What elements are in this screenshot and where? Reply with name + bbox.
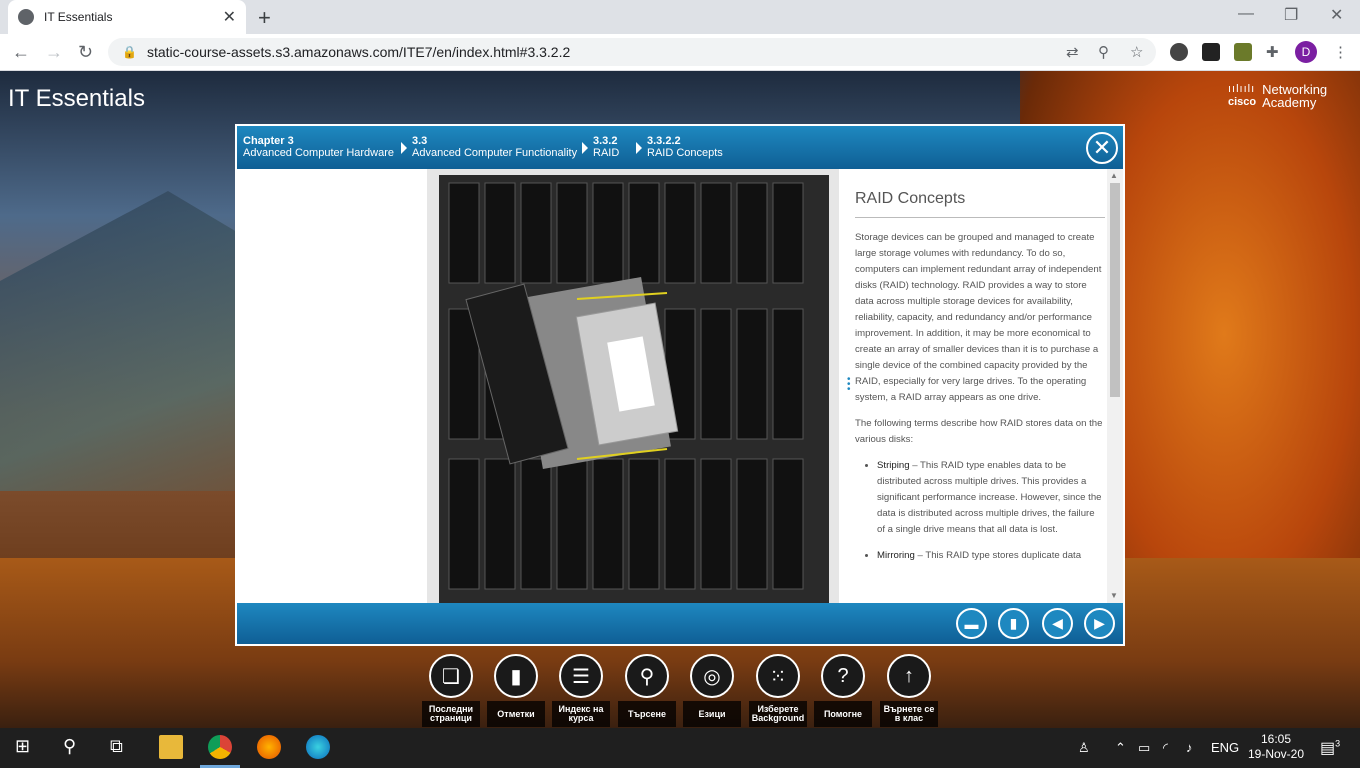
help-icon: ? xyxy=(821,654,865,698)
browser-tab-bar: IT Essentials ✕ + — ❐ ✕ xyxy=(0,0,1360,34)
modal-content: • • • RAID Concepts Storage devices can be… xyxy=(237,169,1123,603)
breadcrumb-separator-icon xyxy=(636,142,642,154)
language-indicator[interactable]: ENG xyxy=(1211,740,1239,755)
breadcrumb-topic[interactable]: 3.3.2 RAID xyxy=(593,135,619,159)
breadcrumb: Chapter 3 Advanced Computer Hardware 3.3 A… xyxy=(237,126,1123,169)
course-title: IT Essentials xyxy=(8,85,145,112)
bookmark-button[interactable]: ▮ xyxy=(998,608,1029,639)
dock-bookmarks[interactable]: ▮ Отметки xyxy=(486,648,546,728)
index-icon: ☰ xyxy=(559,654,603,698)
breadcrumb-chapter[interactable]: Chapter 3 Advanced Computer Hardware xyxy=(243,135,394,159)
battery-icon[interactable]: ▭ xyxy=(1138,740,1150,756)
scroll-up-icon[interactable]: ▲ xyxy=(1110,171,1118,180)
globe-favicon-icon xyxy=(18,9,34,25)
dock-help[interactable]: ? Помогне xyxy=(813,648,873,728)
people-icon[interactable]: ♙ xyxy=(1078,740,1090,756)
menu-kebab-icon[interactable]: ⋮ xyxy=(1333,43,1348,61)
article-panel: RAID Concepts Storage devices can be gro… xyxy=(855,169,1105,603)
firefox-icon[interactable] xyxy=(257,735,281,759)
bookmark-icon: ▮ xyxy=(1009,615,1018,631)
edge-icon[interactable] xyxy=(306,735,330,759)
chrome-icon[interactable] xyxy=(208,735,232,759)
course-dock: ❏ Последни страници ▮ Отметки ☰ Индекс н… xyxy=(422,648,941,728)
dock-course-index[interactable]: ☰ Индекс на курса xyxy=(551,648,611,728)
browser-tab[interactable]: IT Essentials ✕ xyxy=(8,0,246,34)
comment-icon: ▬ xyxy=(964,615,979,632)
chevron-right-icon: ▶ xyxy=(1094,615,1105,631)
url-field[interactable]: 🔒 static-course-assets.s3.amazonaws.com/… xyxy=(108,38,1156,66)
next-page-button[interactable]: ▶ xyxy=(1084,608,1115,639)
modal-footer: ▬ ▮ ◀ ▶ xyxy=(237,603,1123,644)
comment-button[interactable]: ▬ xyxy=(956,608,987,639)
wifi-icon[interactable]: ◜ xyxy=(1163,740,1168,756)
raid-terms-list: Striping – This RAID type enables data t… xyxy=(855,458,1105,564)
extension-green-icon[interactable] xyxy=(1234,43,1252,61)
lock-icon: 🔒 xyxy=(122,45,137,59)
close-icon: ✕ xyxy=(1092,135,1112,160)
star-icon[interactable]: ☆ xyxy=(1130,43,1143,61)
cisco-bars-icon: ıılıılı xyxy=(1228,83,1256,95)
course-page: IT Essentials ıılıılı cisco Networking A… xyxy=(0,71,1360,728)
restore-icon[interactable]: ❐ xyxy=(1284,5,1298,25)
breadcrumb-page[interactable]: 3.3.2.2 RAID Concepts xyxy=(647,135,723,159)
window-close-icon[interactable]: ✕ xyxy=(1330,5,1343,25)
splitter-handle-icon[interactable]: • • • xyxy=(847,375,851,395)
article-paragraph: Storage devices can be grouped and manag… xyxy=(855,232,1102,403)
windows-start-icon[interactable]: ⊞ xyxy=(15,736,30,757)
file-explorer-icon[interactable] xyxy=(159,735,183,759)
minimize-icon[interactable]: — xyxy=(1238,5,1254,23)
chevron-left-icon: ◀ xyxy=(1052,615,1063,631)
dock-languages[interactable]: ◎ Езици xyxy=(682,648,742,728)
close-tab-icon[interactable]: ✕ xyxy=(223,7,236,27)
dock-recent-pages[interactable]: ❏ Последни страници xyxy=(421,648,481,728)
list-item: Striping – This RAID type enables data t… xyxy=(877,458,1105,538)
translate-icon[interactable]: ⇄ xyxy=(1066,43,1079,61)
content-modal: Chapter 3 Advanced Computer Hardware 3.3 A… xyxy=(235,124,1125,646)
profile-avatar[interactable]: D xyxy=(1295,41,1317,63)
dock-back-to-class[interactable]: ↑ Върнете се в клас xyxy=(879,648,939,728)
task-view-icon[interactable]: ⧉ xyxy=(110,736,123,757)
notifications-icon[interactable]: ▤3 xyxy=(1320,738,1340,758)
close-modal-button[interactable]: ✕ xyxy=(1086,132,1118,164)
zoom-icon[interactable]: ⚲ xyxy=(1098,43,1109,61)
search-icon: ⚲ xyxy=(625,654,669,698)
cisco-word: cisco xyxy=(1228,96,1257,108)
globe-icon: ◎ xyxy=(690,654,734,698)
previous-page-button[interactable]: ◀ xyxy=(1042,608,1073,639)
cisco-line2: Academy xyxy=(1262,95,1317,110)
chevron-up-icon[interactable]: ⌃ xyxy=(1115,740,1126,756)
article-scrollbar[interactable]: ▲ ▼ xyxy=(1107,169,1123,603)
back-icon[interactable]: ← xyxy=(12,42,30,63)
address-bar-row: ← → ↻ 🔒 static-course-assets.s3.amazonaw… xyxy=(0,34,1360,71)
new-tab-icon[interactable]: + xyxy=(258,5,271,31)
server-rack-illustration xyxy=(427,169,839,603)
breadcrumb-section[interactable]: 3.3 Advanced Computer Functionality xyxy=(412,135,577,159)
breadcrumb-separator-icon xyxy=(582,142,588,154)
up-arrow-icon: ↑ xyxy=(887,654,931,698)
search-icon[interactable]: ⚲ xyxy=(63,736,76,757)
volume-icon[interactable]: ♪ xyxy=(1186,740,1193,755)
raid-array-image xyxy=(427,169,839,603)
bookmark-icon: ▮ xyxy=(494,654,538,698)
extension-qr-icon[interactable] xyxy=(1202,43,1220,61)
grid-icon: ⁙ xyxy=(756,654,800,698)
list-item: Mirroring – This RAID type stores duplic… xyxy=(877,548,1105,564)
extensions-puzzle-icon[interactable]: ✚ xyxy=(1266,43,1279,61)
tab-title: IT Essentials xyxy=(44,10,113,24)
dock-search[interactable]: ⚲ Търсене xyxy=(617,648,677,728)
url-text: static-course-assets.s3.amazonaws.com/IT… xyxy=(146,44,571,60)
windows-taskbar: ⊞ ⚲ ⧉ ♙ ⌃ ▭ ◜ ♪ ENG 16:05 19-Nov-20 ▤3 xyxy=(0,728,1360,768)
extension-circle-icon[interactable] xyxy=(1170,43,1188,61)
scroll-down-icon[interactable]: ▼ xyxy=(1110,591,1118,600)
forward-icon[interactable]: → xyxy=(45,42,63,63)
breadcrumb-separator-icon xyxy=(401,142,407,154)
reload-icon[interactable]: ↻ xyxy=(78,42,93,63)
article-paragraph: The following terms describe how RAID st… xyxy=(855,418,1103,445)
recent-pages-icon: ❏ xyxy=(429,654,473,698)
article-title: RAID Concepts xyxy=(855,191,1105,218)
dock-background[interactable]: ⁙ Изберете Background xyxy=(748,648,808,728)
cisco-logo: ıılıılı cisco Networking Academy xyxy=(1228,83,1327,109)
system-clock[interactable]: 16:05 19-Nov-20 xyxy=(1248,732,1304,762)
scrollbar-thumb[interactable] xyxy=(1110,183,1120,397)
